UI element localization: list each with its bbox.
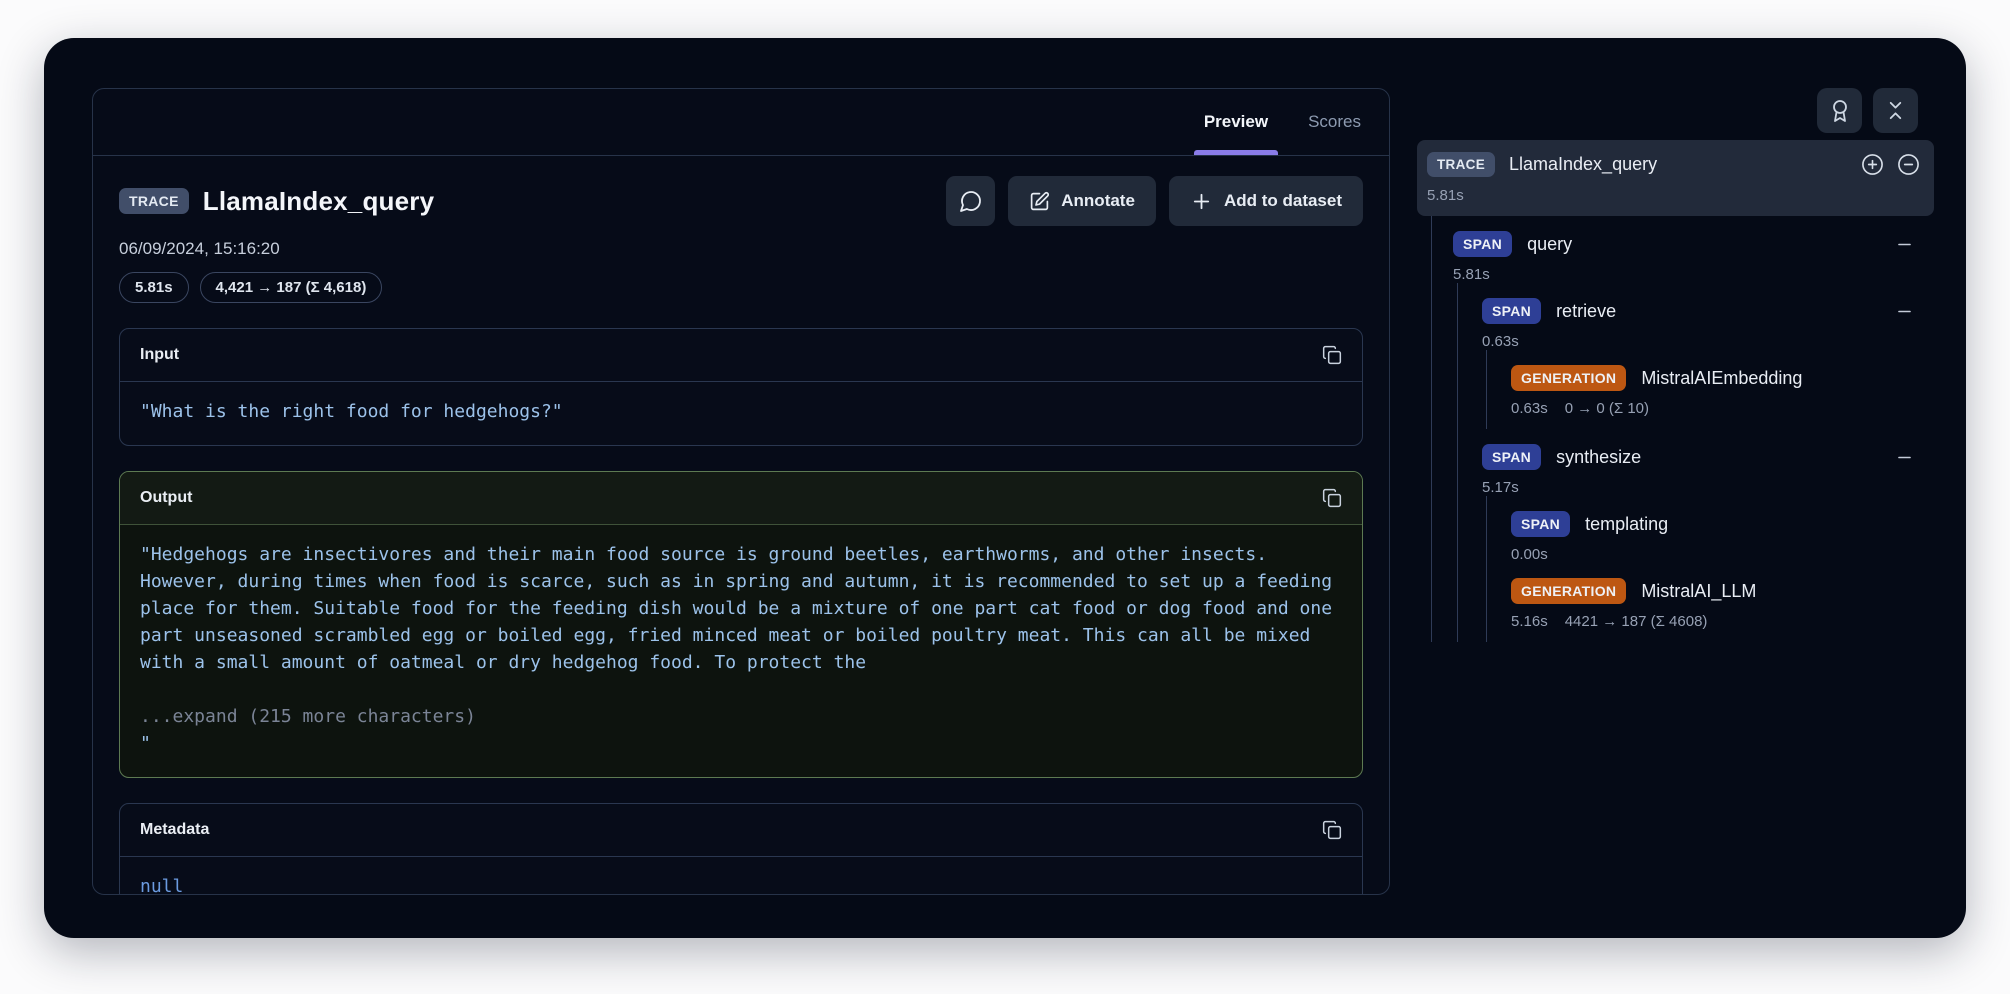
comment-button[interactable] xyxy=(946,176,995,226)
generation-badge: GENERATION xyxy=(1511,578,1626,604)
copy-input-button[interactable] xyxy=(1322,345,1342,365)
tab-scores-label: Scores xyxy=(1308,112,1361,132)
copy-icon xyxy=(1322,488,1342,508)
copy-output-button[interactable] xyxy=(1322,488,1342,508)
input-content: "What is the right food for hedgehogs?" xyxy=(120,382,1362,445)
award-button[interactable] xyxy=(1817,88,1862,133)
tree-node-mistralai-llm[interactable]: GENERATION MistralAI_LLM 5.16s 4421 → 18… xyxy=(1511,563,1934,630)
copy-icon xyxy=(1322,345,1342,365)
tabs-bar: Preview Scores xyxy=(93,89,1389,156)
circle-minus-icon xyxy=(1897,153,1920,176)
tab-preview[interactable]: Preview xyxy=(1202,89,1270,155)
trace-badge: TRACE xyxy=(1427,152,1495,177)
span-badge: SPAN xyxy=(1453,231,1512,257)
annotate-button[interactable]: Annotate xyxy=(1008,176,1156,226)
expand-all-button[interactable] xyxy=(1861,153,1884,176)
expand-link[interactable]: ...expand (215 more characters) xyxy=(140,703,1342,730)
span-badge: SPAN xyxy=(1482,298,1541,324)
add-to-dataset-label: Add to dataset xyxy=(1224,191,1342,211)
active-tab-underline xyxy=(1194,150,1278,155)
trace-header: TRACE LlamaIndex_query Annotate xyxy=(93,156,1389,303)
metadata-section-title: Metadata xyxy=(140,821,209,839)
span-badge: SPAN xyxy=(1511,511,1570,537)
circle-plus-icon xyxy=(1861,153,1884,176)
output-section-title: Output xyxy=(140,489,192,507)
tree-node-query[interactable]: SPAN query 5.81s xyxy=(1453,216,1934,283)
metadata-section: Metadata null xyxy=(119,803,1363,895)
comment-icon xyxy=(959,189,983,213)
award-icon xyxy=(1828,99,1852,123)
latency-pill: 5.81s xyxy=(119,272,189,303)
node-name: templating xyxy=(1585,514,1668,535)
output-content: "Hedgehogs are insectivores and their ma… xyxy=(140,541,1342,676)
tree-node-synthesize[interactable]: SPAN synthesize 5.17s xyxy=(1482,429,1934,496)
copy-icon xyxy=(1322,820,1342,840)
collapse-icon xyxy=(1884,99,1907,122)
annotate-icon xyxy=(1029,191,1050,212)
node-name: query xyxy=(1527,234,1572,255)
trace-timestamp: 06/09/2024, 15:16:20 xyxy=(119,239,1363,259)
retrieve-children: GENERATION MistralAIEmbedding 0.63s 0 → … xyxy=(1486,350,1934,429)
node-duration: 5.16s xyxy=(1511,613,1548,630)
minus-icon xyxy=(1895,448,1914,467)
collapse-node-button[interactable] xyxy=(1895,235,1914,254)
plus-icon xyxy=(1190,190,1213,213)
trace-type-badge: TRACE xyxy=(119,188,189,214)
input-section-title: Input xyxy=(140,346,179,364)
metadata-content: null xyxy=(120,857,1362,895)
input-section: Input "What is the right food for hedgeh… xyxy=(119,328,1363,446)
node-duration: 5.81s xyxy=(1453,266,1490,283)
query-children: SPAN retrieve 0.63s GENERA xyxy=(1457,283,1934,642)
observation-tree-panel: TRACE LlamaIndex_query 5.81s xyxy=(1417,140,1934,642)
output-section: Output "Hedgehogs are insectivores and t… xyxy=(119,471,1363,778)
trace-children: SPAN query 5.81s SPAN retrieve xyxy=(1431,216,1934,642)
node-name: retrieve xyxy=(1556,301,1616,322)
span-badge: SPAN xyxy=(1482,444,1541,470)
node-duration: 5.17s xyxy=(1482,479,1519,496)
trace-detail-card: Preview Scores TRACE LlamaIndex_query xyxy=(92,88,1390,895)
node-token-usage: 0 → 0 (Σ 10) xyxy=(1565,400,1649,417)
node-duration: 0.00s xyxy=(1511,546,1548,563)
panel-controls xyxy=(1817,88,1918,133)
annotate-button-label: Annotate xyxy=(1061,191,1135,211)
synthesize-children: SPAN templating 0.00s GENERATION Mistral… xyxy=(1486,496,1934,642)
copy-metadata-button[interactable] xyxy=(1322,820,1342,840)
minus-icon xyxy=(1895,302,1914,321)
app-window: Preview Scores TRACE LlamaIndex_query xyxy=(44,38,1966,938)
node-name: MistralAIEmbedding xyxy=(1641,368,1802,389)
tree-node-templating[interactable]: SPAN templating 0.00s xyxy=(1511,496,1934,563)
collapse-node-button[interactable] xyxy=(1895,302,1914,321)
tree-node-trace[interactable]: TRACE LlamaIndex_query 5.81s xyxy=(1417,140,1934,216)
node-duration: 0.63s xyxy=(1511,400,1548,417)
collapse-all-button[interactable] xyxy=(1897,153,1920,176)
tab-preview-label: Preview xyxy=(1204,112,1268,132)
tab-scores[interactable]: Scores xyxy=(1306,89,1363,155)
token-usage-pill: 4,421 → 187 (Σ 4,618) xyxy=(200,272,383,303)
tree-node-retrieve[interactable]: SPAN retrieve 0.63s xyxy=(1482,283,1934,350)
collapse-button[interactable] xyxy=(1873,88,1918,133)
collapse-node-button[interactable] xyxy=(1895,448,1914,467)
generation-badge: GENERATION xyxy=(1511,365,1626,391)
add-to-dataset-button[interactable]: Add to dataset xyxy=(1169,176,1363,226)
tree-node-mistralai-embedding[interactable]: GENERATION MistralAIEmbedding 0.63s 0 → … xyxy=(1511,350,1934,417)
trace-duration: 5.81s xyxy=(1427,187,1920,204)
trace-node-name: LlamaIndex_query xyxy=(1509,154,1657,175)
node-name: synthesize xyxy=(1556,447,1641,468)
page-title: LlamaIndex_query xyxy=(203,186,435,217)
output-closing-quote: " xyxy=(140,730,1342,757)
minus-icon xyxy=(1895,235,1914,254)
node-token-usage: 4421 → 187 (Σ 4608) xyxy=(1565,613,1708,630)
node-duration: 0.63s xyxy=(1482,333,1519,350)
node-name: MistralAI_LLM xyxy=(1641,581,1756,602)
